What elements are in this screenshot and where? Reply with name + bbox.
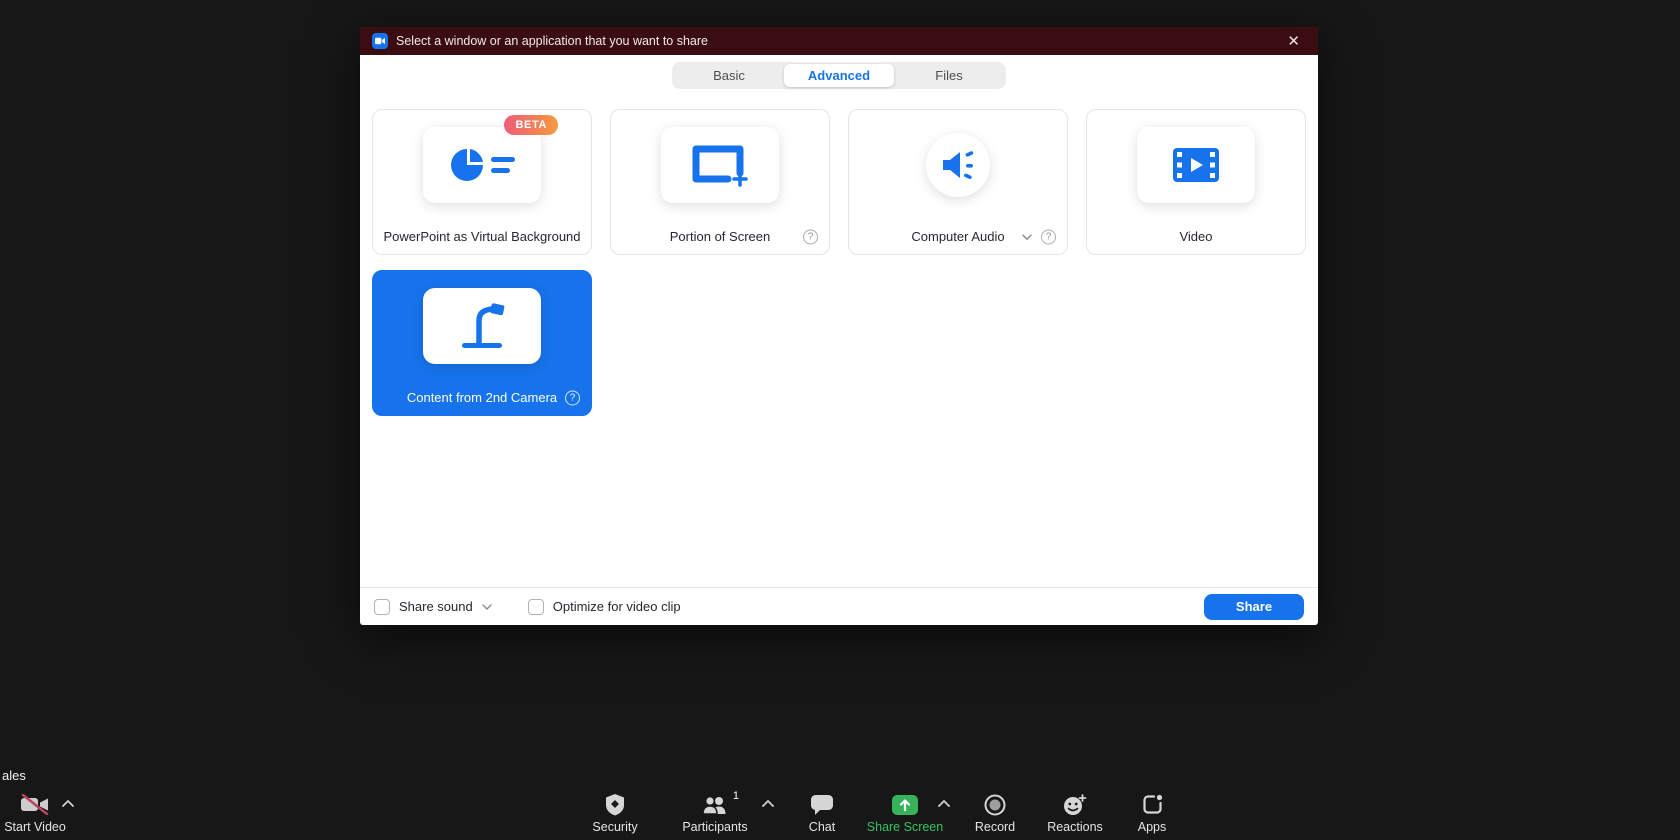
- share-sound-dropdown-chevron-icon[interactable]: [482, 603, 492, 610]
- close-icon[interactable]: ✕: [1281, 32, 1306, 51]
- share-dialog: Select a window or an application that y…: [360, 27, 1318, 625]
- card-label: Video: [1179, 229, 1213, 244]
- participants-icon: [702, 795, 726, 815]
- share-sound-checkbox[interactable]: [374, 598, 390, 615]
- security-label: Security: [592, 820, 638, 834]
- participants-count-badge: 1: [732, 790, 739, 802]
- start-video-label: Start Video: [4, 820, 66, 834]
- dialog-footer: Share sound Optimize for video clip Shar…: [360, 587, 1318, 625]
- optimize-video-label: Optimize for video clip: [552, 599, 681, 614]
- tabs-bar: Basic Advanced Files: [360, 62, 1318, 89]
- chevron-down-icon[interactable]: [1022, 234, 1032, 240]
- video-options-chevron-icon[interactable]: [62, 800, 74, 807]
- participants-label: Participants: [682, 820, 748, 834]
- share-button[interactable]: Share: [1204, 593, 1304, 620]
- help-icon[interactable]: ?: [565, 390, 580, 405]
- reactions-label: Reactions: [1047, 820, 1103, 834]
- share-screen-label: Share Screen: [866, 820, 944, 834]
- dialog-body: Basic Advanced Files BETA PowerPoint as …: [360, 55, 1318, 625]
- screen-region-icon: [692, 145, 748, 187]
- card-label: Portion of Screen: [669, 229, 771, 244]
- share-sound-label: Share sound: [399, 599, 473, 614]
- record-label: Record: [974, 820, 1016, 834]
- card-powerpoint-virtual-background[interactable]: BETA PowerPoint as Virtual Background: [372, 109, 592, 255]
- apps-icon: [1142, 794, 1162, 814]
- shield-icon: [606, 793, 624, 815]
- participant-name-tag: ales: [2, 768, 26, 783]
- document-camera-icon: [462, 302, 505, 348]
- card-label: Content from 2nd Camera: [406, 390, 558, 405]
- beta-badge: BETA: [504, 114, 558, 135]
- chat-label: Chat: [808, 820, 836, 834]
- optimize-video-checkbox[interactable]: [527, 598, 544, 615]
- apps-label: Apps: [1137, 820, 1167, 834]
- tab-advanced[interactable]: Advanced: [784, 64, 894, 87]
- card-portion-of-screen[interactable]: Portion of Screen ?: [610, 109, 830, 255]
- film-strip-icon: [1173, 147, 1219, 182]
- participants-options-chevron-icon[interactable]: [762, 800, 774, 807]
- speaker-icon: [943, 150, 974, 179]
- share-options-grid: BETA PowerPoint as Virtual Background Po…: [372, 109, 1306, 587]
- dialog-titlebar: Select a window or an application that y…: [360, 27, 1318, 55]
- start-video-button[interactable]: Start Video: [4, 793, 66, 834]
- record-icon: [984, 794, 1006, 815]
- tab-basic[interactable]: Basic: [674, 64, 784, 87]
- card-label: PowerPoint as Virtual Background: [383, 229, 581, 244]
- participants-button[interactable]: 1 Participants: [673, 790, 757, 834]
- help-icon[interactable]: ?: [1041, 229, 1056, 244]
- pie-chart-presentation-icon: [451, 148, 515, 181]
- reactions-button[interactable]: Reactions: [1040, 793, 1110, 834]
- share-screen-options-chevron-icon[interactable]: [938, 800, 950, 807]
- zoom-app-icon: [372, 33, 388, 49]
- card-content-from-2nd-camera[interactable]: Content from 2nd Camera ?: [372, 270, 592, 416]
- card-video[interactable]: Video: [1086, 109, 1306, 255]
- dialog-title: Select a window or an application that y…: [396, 34, 708, 48]
- security-button[interactable]: Security: [585, 793, 645, 834]
- meeting-toolbar: Start Video Security 1 Participants Chat…: [0, 786, 1680, 840]
- tab-files[interactable]: Files: [894, 64, 1004, 87]
- help-icon[interactable]: ?: [803, 229, 818, 244]
- card-label: Computer Audio: [911, 229, 1005, 244]
- chat-button[interactable]: Chat: [795, 793, 849, 834]
- card-computer-audio[interactable]: Computer Audio ?: [848, 109, 1068, 255]
- record-button[interactable]: Record: [965, 793, 1025, 834]
- share-screen-icon: [892, 794, 918, 815]
- apps-button[interactable]: Apps: [1124, 793, 1180, 834]
- chat-bubble-icon: [811, 794, 833, 815]
- reactions-smiley-icon: [1064, 793, 1087, 815]
- video-off-icon: [21, 794, 49, 815]
